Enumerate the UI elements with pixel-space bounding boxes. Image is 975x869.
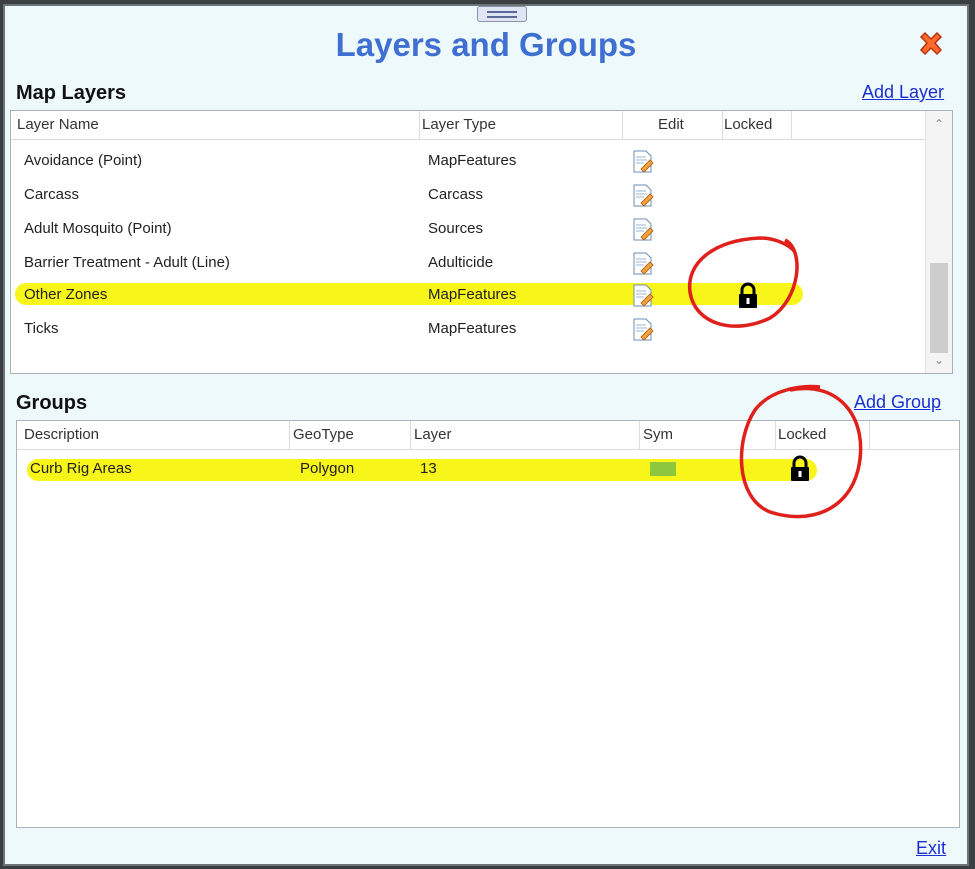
add-group-link[interactable]: Add Group xyxy=(854,392,941,413)
col-layer-type[interactable]: Layer Type xyxy=(422,116,496,133)
layer-row[interactable]: Barrier Treatment - Adult (Line) Adultic… xyxy=(12,247,926,280)
layer-name: Other Zones xyxy=(24,286,108,303)
edit-icon[interactable] xyxy=(632,252,654,276)
edit-icon[interactable] xyxy=(632,184,654,208)
col-edit[interactable]: Edit xyxy=(658,116,684,133)
group-row[interactable]: Curb Rig Areas Polygon 13 xyxy=(18,453,958,486)
groups-title: Groups xyxy=(16,392,88,414)
map-layers-scrollbar[interactable]: ⌃ ⌄ xyxy=(925,111,952,373)
drag-handle[interactable] xyxy=(477,6,527,22)
exit-link[interactable]: Exit xyxy=(916,838,946,859)
layer-row[interactable]: Ticks MapFeatures xyxy=(12,313,926,346)
map-layers-title: Map Layers xyxy=(16,82,127,104)
layer-row-selected[interactable]: Other Zones MapFeatures xyxy=(12,279,926,312)
scroll-up-icon[interactable]: ⌃ xyxy=(926,111,952,137)
col-sym[interactable]: Sym xyxy=(643,426,673,443)
layer-type: Sources xyxy=(428,220,484,237)
layers-groups-dialog: Layers and Groups Map Layers Add Layer L… xyxy=(3,4,969,866)
layer-row[interactable]: Carcass Carcass xyxy=(12,179,926,212)
col-locked[interactable]: Locked xyxy=(778,426,826,443)
col-geotype[interactable]: GeoType xyxy=(293,426,354,443)
groups-table: Description GeoType Layer Sym Locked Cur… xyxy=(16,420,960,828)
col-layer-name[interactable]: Layer Name xyxy=(17,116,99,133)
symbol-swatch[interactable] xyxy=(650,462,676,476)
layer-name: Barrier Treatment - Adult (Line) xyxy=(24,254,230,271)
layer-type: MapFeatures xyxy=(428,152,517,169)
col-layer[interactable]: Layer xyxy=(414,426,452,443)
lock-icon xyxy=(791,455,809,481)
lock-icon xyxy=(739,282,757,308)
layer-name: Avoidance (Point) xyxy=(24,152,143,169)
map-layers-table: Layer Name Layer Type Edit Locked Avoida… xyxy=(10,110,953,374)
layer-row[interactable]: Adult Mosquito (Point) Sources xyxy=(12,213,926,246)
layer-type: MapFeatures xyxy=(428,320,517,337)
edit-icon[interactable] xyxy=(632,150,654,174)
col-description[interactable]: Description xyxy=(24,426,99,443)
layer-type: Carcass xyxy=(428,186,484,203)
col-locked[interactable]: Locked xyxy=(724,116,772,133)
dialog-title: Layers and Groups xyxy=(335,26,637,63)
add-layer-link[interactable]: Add Layer xyxy=(862,82,944,103)
layer-name: Adult Mosquito (Point) xyxy=(24,220,172,237)
edit-icon[interactable] xyxy=(632,318,654,342)
map-layers-header: Layer Name Layer Type Edit Locked xyxy=(11,111,952,140)
edit-icon[interactable] xyxy=(632,218,654,242)
layer-name: Carcass xyxy=(24,186,80,203)
close-x-icon[interactable] xyxy=(915,28,947,60)
layer-row[interactable]: Avoidance (Point) MapFeatures xyxy=(12,145,926,178)
layer-type: MapFeatures xyxy=(428,286,517,303)
layer-name: Ticks xyxy=(24,320,59,337)
group-geotype: Polygon xyxy=(300,460,355,477)
groups-header: Description GeoType Layer Sym Locked xyxy=(17,421,959,450)
scroll-thumb[interactable] xyxy=(930,263,948,353)
group-description: Curb Rig Areas xyxy=(30,460,132,477)
edit-icon[interactable] xyxy=(632,284,654,308)
group-layer: 13 xyxy=(420,460,437,477)
scroll-down-icon[interactable]: ⌄ xyxy=(926,347,952,373)
layer-type: Adulticide xyxy=(428,254,494,271)
